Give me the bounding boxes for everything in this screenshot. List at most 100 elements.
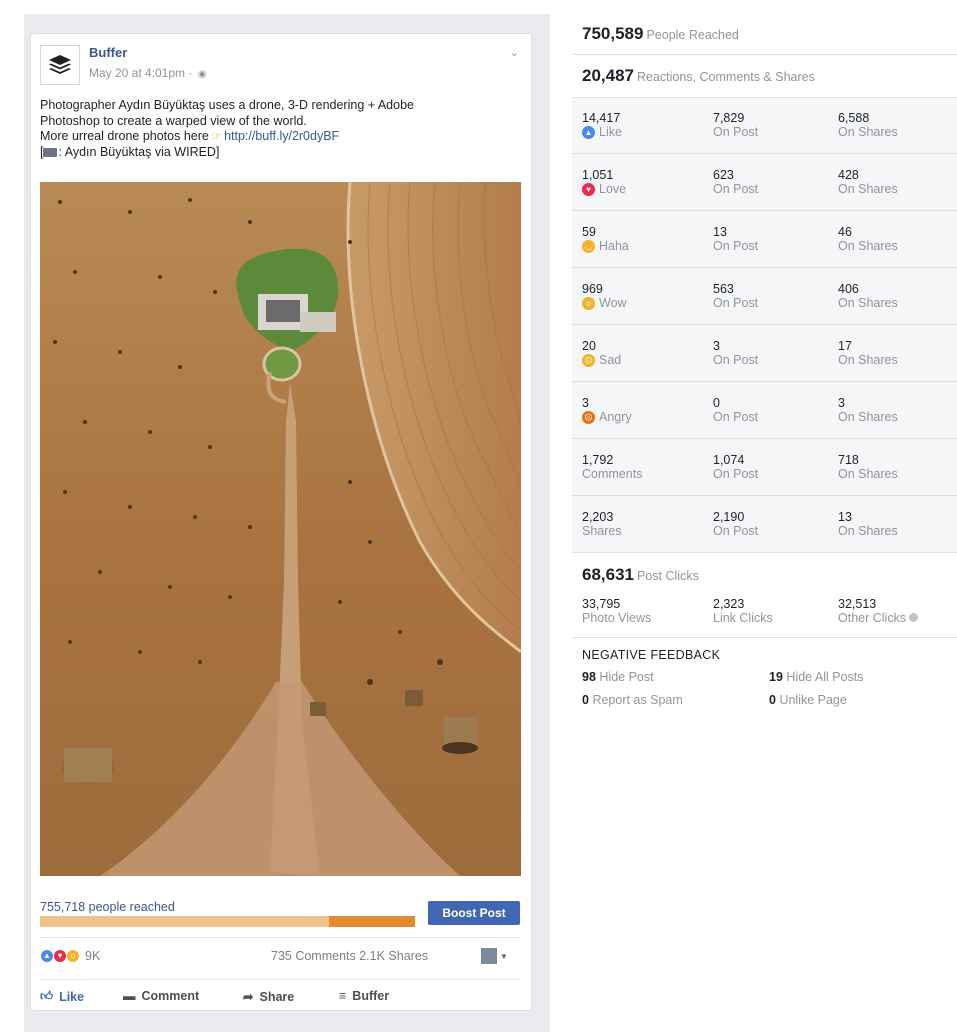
engagement-row: 1,792 Comments 1,074 On Post 718 On Shares xyxy=(572,439,957,496)
info-icon[interactable] xyxy=(909,613,919,622)
link-clicks-label: Link Clicks xyxy=(713,611,773,625)
comments-shares-count[interactable]: 735 Comments 2.1K Shares xyxy=(271,949,428,963)
post-message: Photographer Aydın Büyüktaş uses a drone… xyxy=(40,98,520,160)
post-photo[interactable] xyxy=(40,182,521,876)
engagement-row: 20 ☹ Sad 3 On Post 17 On Shares xyxy=(572,325,957,382)
on-shares-label: On Shares xyxy=(838,296,898,310)
post-text-line: Photoshop to create a warped view of the… xyxy=(40,113,307,128)
on-shares-cell: 13 On Shares xyxy=(838,510,898,538)
people-reached-label: People Reached xyxy=(646,28,739,42)
share-label: Share xyxy=(259,989,295,1004)
unlike-page-stat: 0 Unlike Page xyxy=(769,693,847,707)
comment-button[interactable]: ▬ Comment xyxy=(123,989,199,1003)
row-type-label: Like xyxy=(599,125,622,139)
on-post-cell: 563 On Post xyxy=(713,282,758,310)
like-label: Like xyxy=(59,989,85,1004)
people-reached-stat: 750,589 People Reached xyxy=(582,24,739,44)
on-post-label: On Post xyxy=(713,296,759,310)
on-post-label: On Post xyxy=(713,239,759,253)
row-type-label: Angry xyxy=(599,410,632,424)
reach-progress-fill xyxy=(328,916,415,927)
divider xyxy=(40,937,521,938)
post-as-selector[interactable]: ▼ xyxy=(481,948,508,964)
photo-views-value: 33,795 xyxy=(582,597,621,611)
on-shares-label: On Shares xyxy=(838,239,898,253)
row-total-cell: 2,203 Shares xyxy=(582,510,622,538)
boost-post-button[interactable]: Boost Post xyxy=(428,901,520,925)
divider xyxy=(572,637,957,638)
post-clicks-label: Post Clicks xyxy=(637,569,699,583)
buffer-logo[interactable] xyxy=(40,45,80,85)
on-post-value: 0 xyxy=(713,396,720,410)
report-spam-stat: 0 Report as Spam xyxy=(582,693,683,707)
on-shares-cell: 428 On Shares xyxy=(838,168,898,196)
post-clicks-value: 68,631 xyxy=(582,565,634,584)
post-link[interactable]: http://buff.ly/2r0dyBF xyxy=(224,129,339,143)
share-button[interactable]: ➦ Share xyxy=(243,989,295,1005)
on-shares-label: On Shares xyxy=(838,353,898,367)
on-post-value: 1,074 xyxy=(713,453,745,467)
on-post-label: On Post xyxy=(713,410,759,424)
on-shares-cell: 406 On Shares xyxy=(838,282,898,310)
like-reaction-icon: ▲ xyxy=(40,949,54,963)
row-type: ☹ Sad xyxy=(582,353,621,367)
engagement-row: 969 o Wow 563 On Post 406 On Shares xyxy=(572,268,957,325)
on-post-label: On Post xyxy=(713,353,759,367)
avatar xyxy=(481,948,497,964)
camera-icon xyxy=(43,147,58,157)
post-text-line: More urreal drone photos here ☞ http://buf… xyxy=(40,129,520,145)
sad-icon: ☹ xyxy=(582,353,595,367)
row-type: ♥ Love xyxy=(582,182,626,196)
on-post-value: 13 xyxy=(713,225,727,239)
reaction-summary[interactable]: ▲ ♥ o 9K xyxy=(40,948,100,964)
row-total-value: 3 xyxy=(582,396,589,410)
post-clicks-stat: 68,631 Post Clicks xyxy=(582,565,699,585)
post-timestamp[interactable]: May 20 at 4:01pm · ◉ xyxy=(89,66,206,80)
on-post-label: On Post xyxy=(713,125,759,139)
row-type: ▲ Like xyxy=(582,125,622,139)
on-shares-value: 3 xyxy=(838,396,845,410)
timestamp-text: May 20 at 4:01pm · xyxy=(89,66,196,80)
on-post-cell: 2,190 On Post xyxy=(713,510,758,538)
on-shares-label: On Shares xyxy=(838,182,898,196)
caret-down-icon: ▼ xyxy=(500,951,508,961)
hide-post-label: Hide Post xyxy=(599,670,654,684)
engagement-stat: 20,487 Reactions, Comments & Shares xyxy=(582,66,815,86)
angry-icon: ☹ xyxy=(582,410,595,424)
row-type-label: Haha xyxy=(599,239,629,253)
chevron-down-icon[interactable]: ⌄ xyxy=(510,46,519,59)
row-total-cell: 3 ☹ Angry xyxy=(582,396,632,424)
other-clicks-label-row: Other Clicks xyxy=(838,611,919,625)
unlike-page-label: Unlike Page xyxy=(779,693,847,707)
row-type-label: Comments xyxy=(582,467,643,481)
reaction-count: 9K xyxy=(85,949,101,963)
pointing-hand-icon: ☞ xyxy=(210,129,223,143)
row-type: ☹ Angry xyxy=(582,410,632,424)
page-name-link[interactable]: Buffer xyxy=(89,45,127,60)
engagement-row: 59 ◡ Haha 13 On Post 46 On Shares xyxy=(572,211,957,268)
on-post-cell: 13 On Post xyxy=(713,225,758,253)
row-total-cell: 1,051 ♥ Love xyxy=(582,168,626,196)
buffer-button[interactable]: ≡ Buffer xyxy=(339,989,389,1003)
share-arrow-icon: ➦ xyxy=(243,990,254,1004)
other-clicks-stat: 32,513 Other Clicks xyxy=(838,597,919,625)
engagement-label: Reactions, Comments & Shares xyxy=(637,70,815,84)
link-clicks-stat: 2,323 Link Clicks xyxy=(713,597,773,625)
row-type-label: Sad xyxy=(599,353,622,367)
on-post-cell: 623 On Post xyxy=(713,168,758,196)
on-post-value: 623 xyxy=(713,168,734,182)
row-total-cell: 20 ☹ Sad xyxy=(582,339,621,367)
row-total-value: 20 xyxy=(582,339,596,353)
people-reached-link[interactable]: 755,718 people reached xyxy=(40,900,175,914)
row-total-cell: 969 o Wow xyxy=(582,282,627,310)
people-reached-value: 750,589 xyxy=(582,24,644,43)
row-type: Comments xyxy=(582,467,642,481)
row-type: Shares xyxy=(582,524,622,538)
on-post-cell: 1,074 On Post xyxy=(713,453,758,481)
on-shares-value: 17 xyxy=(838,339,852,353)
post-text-prefix: More urreal drone photos here xyxy=(40,129,209,143)
on-shares-value: 13 xyxy=(838,510,852,524)
comment-label: Comment xyxy=(141,989,200,1003)
like-button[interactable]: 👍︎ Like xyxy=(40,989,84,1004)
row-total-value: 1,051 xyxy=(582,168,614,182)
